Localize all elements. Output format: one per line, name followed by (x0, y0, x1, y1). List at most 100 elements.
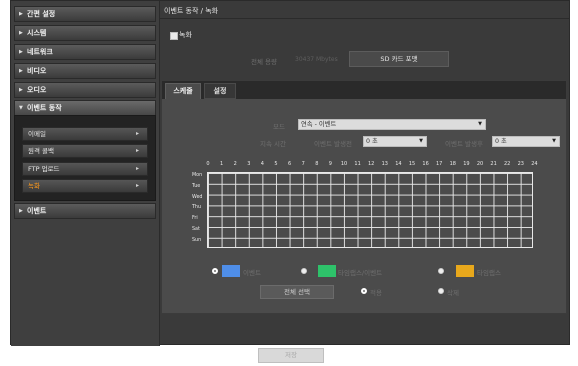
hour-label: 18 (449, 161, 456, 167)
hour-label: 6 (288, 161, 292, 167)
chevron-right-icon: ▶ (19, 11, 23, 17)
divider (159, 18, 569, 19)
save-button[interactable]: 저장 (258, 348, 324, 363)
chevron-down-icon: ▼ (19, 105, 23, 111)
delete-radio[interactable] (438, 288, 444, 294)
mode-select[interactable]: 연속 - 이벤트 ▼ (298, 119, 486, 130)
submenu-item-recording[interactable]: 녹화 ▸ (22, 179, 148, 193)
chevron-right-icon: ▶ (19, 30, 23, 36)
apply-label: 적용 (370, 289, 382, 297)
select-all-button[interactable]: 전체 선택 (260, 285, 334, 299)
sidebar-item-label: 오디오 (27, 86, 47, 94)
hour-label: 22 (504, 161, 511, 167)
submenu-item-email[interactable]: 이메일 ▸ (22, 127, 148, 141)
mode-select-value: 연속 - 이벤트 (301, 121, 337, 128)
day-label: Wed (192, 194, 203, 200)
day-label: Sat (192, 227, 200, 232)
hour-label: 10 (340, 161, 348, 167)
sidebar-item-label: 간편 설정 (27, 10, 56, 18)
total-capacity-value: 30437 Mbytes (295, 56, 338, 63)
record-checkbox[interactable] (170, 32, 178, 40)
legend-label-timelapse-event: 타임랩스/이벤트 (338, 269, 383, 277)
hour-label: 24 (531, 161, 538, 167)
day-label: Mon (192, 173, 203, 178)
legend-radio-timelapse[interactable] (438, 268, 444, 274)
legend-label-event: 이벤트 (243, 269, 261, 277)
post-event-select[interactable]: 0 초 ▼ (492, 136, 560, 147)
tab-schedule[interactable]: 스케줄 (165, 83, 201, 99)
submenu-item-label: 이메일 (28, 130, 46, 138)
hour-label: 14 (395, 161, 402, 167)
apply-radio[interactable] (361, 288, 367, 294)
total-capacity-label: 전체 용량 (251, 58, 277, 66)
tab-bar: 스케줄 설정 (162, 81, 566, 99)
hour-label: 3 (247, 161, 251, 167)
day-label: Tue (192, 183, 201, 189)
dropdown-arrow-icon: ▼ (552, 138, 556, 144)
sidebar-item-system[interactable]: ▶ 시스템 (14, 25, 156, 41)
tab-panel: 스케줄 설정 모드 연속 - 이벤트 ▼ 지속 시간 이벤트 발생전 0 초 ▼… (161, 80, 567, 314)
post-event-label: 이벤트 발생후 (445, 140, 483, 148)
sidebar-item-audio[interactable]: ▶ 오디오 (14, 82, 156, 98)
chevron-right-icon: ▶ (19, 68, 23, 74)
sidebar-item-label: 시스템 (27, 29, 47, 37)
legend-radio-timelapse-event[interactable] (301, 268, 307, 274)
dropdown-arrow-icon: ▼ (478, 121, 482, 127)
legend-swatch-event (222, 265, 240, 277)
hour-label: 4 (260, 161, 264, 167)
chevron-right-icon: ▸ (135, 165, 139, 172)
sd-format-button[interactable]: SD 카드 포맷 (349, 51, 449, 67)
hour-label: 16 (422, 161, 429, 167)
chevron-right-icon: ▶ (19, 87, 23, 93)
legend-swatch-timelapse-event (318, 265, 336, 277)
hour-label: 20 (476, 161, 484, 167)
hour-label: 11 (354, 161, 361, 167)
legend-radio-event[interactable] (212, 268, 218, 274)
hour-label: 5 (274, 161, 278, 167)
submenu-item-label: 원격 콜백 (28, 147, 54, 155)
hour-label: 19 (463, 161, 470, 167)
sidebar-item-label: 비디오 (27, 67, 47, 75)
submenu-item-ftp-upload[interactable]: FTP 업로드 ▸ (22, 162, 148, 176)
page-title: 이벤트 동작 / 녹화 (164, 7, 219, 15)
hour-label: 2 (233, 161, 237, 167)
day-label: Sun (192, 237, 202, 243)
sidebar-item-event[interactable]: ▶ 이벤트 (14, 203, 156, 219)
day-label: Fri (192, 216, 198, 222)
content-area: 이벤트 동작 / 녹화 녹화 전체 용량 30437 Mbytes SD 카드 … (159, 1, 569, 346)
hour-label: 17 (436, 161, 443, 167)
sidebar-item-label: 이벤트 (27, 207, 47, 215)
mode-label: 모드 (273, 123, 285, 131)
sidebar-item-event-action[interactable]: ▼ 이벤트 동작 (14, 100, 156, 116)
main-frame: ▶ 간편 설정 ▶ 시스템 ▶ 네트워크 ▶ 비디오 ▶ 오디오 ▼ 이벤트 동… (10, 0, 570, 346)
sidebar-item-label: 네트워크 (27, 48, 53, 56)
dropdown-arrow-icon: ▼ (419, 138, 423, 144)
pre-event-select-value: 0 초 (366, 138, 378, 145)
hour-label: 1 (220, 161, 224, 167)
tab-settings[interactable]: 설정 (204, 83, 236, 99)
hour-label: 12 (368, 161, 375, 167)
schedule-grid[interactable] (207, 172, 533, 248)
sidebar-item-network[interactable]: ▶ 네트워크 (14, 44, 156, 60)
pre-event-label: 이벤트 발생전 (314, 140, 352, 148)
sidebar-item-video[interactable]: ▶ 비디오 (14, 63, 156, 79)
sidebar-item-quick-setup[interactable]: ▶ 간편 설정 (14, 6, 156, 22)
hour-label: 0 (206, 161, 210, 167)
day-label: Thu (192, 205, 202, 211)
submenu-item-remote-callback[interactable]: 원격 콜백 ▸ (22, 144, 148, 158)
sidebar-item-label: 이벤트 동작 (27, 104, 62, 112)
chevron-right-icon: ▸ (135, 147, 139, 154)
hour-label: 23 (517, 161, 524, 167)
pre-event-select[interactable]: 0 초 ▼ (363, 136, 427, 147)
legend-swatch-timelapse (456, 265, 474, 277)
chevron-right-icon: ▶ (19, 49, 23, 55)
record-checkbox-label: 녹화 (179, 31, 192, 39)
submenu-item-label: FTP 업로드 (28, 165, 60, 173)
hour-label: 8 (315, 161, 319, 167)
hour-label: 13 (381, 161, 388, 167)
legend-label-timelapse: 타임랩스 (477, 269, 501, 277)
sidebar: ▶ 간편 설정 ▶ 시스템 ▶ 네트워크 ▶ 비디오 ▶ 오디오 ▼ 이벤트 동… (11, 1, 160, 346)
duration-label: 지속 시간 (260, 140, 286, 148)
chevron-right-icon: ▸ (135, 130, 139, 137)
chevron-right-icon: ▸ (135, 182, 139, 189)
